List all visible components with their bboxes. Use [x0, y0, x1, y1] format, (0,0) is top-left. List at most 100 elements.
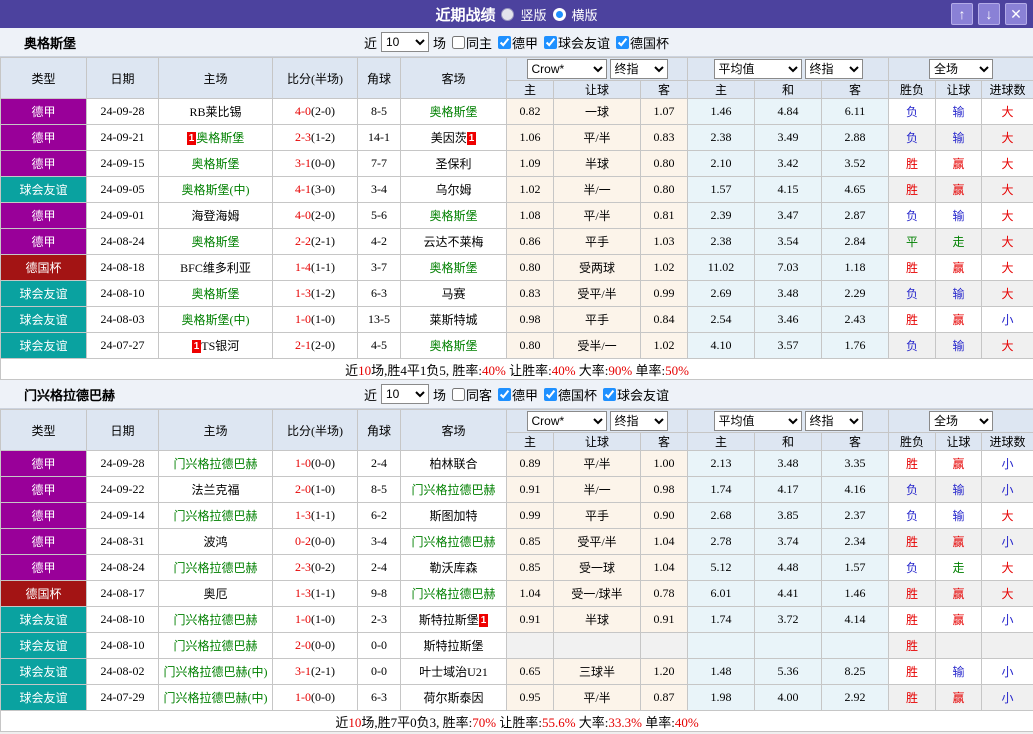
odds-company-select[interactable]: Crow*: [527, 59, 607, 79]
half-time-score: (0-0): [311, 534, 335, 548]
close-button[interactable]: ✕: [1005, 3, 1027, 25]
team-name: 奥格斯堡: [191, 157, 239, 171]
result-cell: 输: [936, 203, 982, 229]
away-team-cell: 斯图加特: [401, 503, 507, 529]
recent-results-panel: 近期战绩 竖版 横版 ↑ ↓ ✕ 奥格斯堡 近 10 场 同主 德甲 球会友谊 …: [0, 0, 1033, 734]
avg-group-header: 平均值 终指: [688, 410, 889, 433]
score-cell: 3-1(2-1): [273, 659, 358, 685]
avg-odds-cell: 2.88: [822, 125, 889, 151]
match-count-select[interactable]: 10: [381, 384, 429, 404]
titlebar: 近期战绩 竖版 横版 ↑ ↓ ✕: [0, 0, 1033, 28]
odds-time-select[interactable]: 终指: [610, 59, 668, 79]
result-cell: 赢: [936, 581, 982, 607]
team-name: 圣保利: [435, 157, 471, 171]
radio-vertical-label[interactable]: 竖版: [520, 5, 546, 24]
corner-cell: 3-4: [358, 529, 401, 555]
odds-cell: 平手: [554, 503, 641, 529]
avg-time-select[interactable]: 终指: [805, 411, 863, 431]
avg-time-select[interactable]: 终指: [805, 59, 863, 79]
date-cell: 24-09-15: [87, 151, 159, 177]
match-row: 德甲24-09-15奥格斯堡3-1(0-0)7-7圣保利1.09半球0.802.…: [1, 151, 1033, 177]
odds-cell: 0.91: [507, 607, 554, 633]
score-cell: 2-0(0-0): [273, 633, 358, 659]
avg-odds-cell: 3.42: [755, 151, 822, 177]
avg-odds-select[interactable]: 平均值: [714, 411, 802, 431]
odds-cell: 一球: [554, 99, 641, 125]
same-home-checkbox[interactable]: [452, 36, 465, 49]
league-cell: 德甲: [1, 203, 87, 229]
league-cell: 德甲: [1, 99, 87, 125]
score-cell: 2-3(0-2): [273, 555, 358, 581]
away-team-cell: 奥格斯堡: [401, 333, 507, 359]
result-cell: 负: [889, 555, 936, 581]
subcol-avg-home: 主: [688, 81, 755, 99]
away-team-cell: 圣保利: [401, 151, 507, 177]
result-cell: 输: [936, 281, 982, 307]
date-cell: 24-08-03: [87, 307, 159, 333]
subcol-odds-away: 客: [641, 433, 688, 451]
avg-odds-cell: 2.43: [822, 307, 889, 333]
move-up-button[interactable]: ↑: [951, 3, 973, 25]
league-cell: 德国杯: [1, 255, 87, 281]
odds-company-select[interactable]: Crow*: [527, 411, 607, 431]
league-checkbox-friendly[interactable]: [603, 388, 616, 401]
full-time-score: 1-3: [295, 586, 311, 600]
league-checkbox-label: 德国杯: [558, 385, 597, 404]
match-count-select[interactable]: 10: [381, 32, 429, 52]
league-checkbox-friendly[interactable]: [544, 36, 557, 49]
corner-cell: 6-3: [358, 281, 401, 307]
odds-cell: 0.84: [641, 307, 688, 333]
half-time-score: (0-2): [311, 560, 335, 574]
odds-cell: 1.03: [641, 229, 688, 255]
odds-cell: 平/半: [554, 451, 641, 477]
league-checkbox-dfb-pokal[interactable]: [544, 388, 557, 401]
away-team-cell: 斯特拉斯堡: [401, 633, 507, 659]
home-team-cell: 奥厄: [159, 581, 273, 607]
radio-horizontal-layout[interactable]: [553, 8, 566, 21]
corner-cell: 2-4: [358, 555, 401, 581]
score-cell: 1-0(0-0): [273, 451, 358, 477]
corner-cell: 7-7: [358, 151, 401, 177]
result-cell: 大: [982, 229, 1033, 255]
corner-cell: 4-5: [358, 333, 401, 359]
date-cell: 24-08-24: [87, 555, 159, 581]
odds-cell: 受半/一: [554, 333, 641, 359]
half-time-score: (1-2): [311, 130, 335, 144]
subcol-result-goals: 进球数: [982, 81, 1033, 99]
half-time-score: (1-1): [311, 260, 335, 274]
away-team-cell: 柏林联合: [401, 451, 507, 477]
result-cell: 赢: [936, 607, 982, 633]
subcol-avg-home: 主: [688, 433, 755, 451]
team-name: 门兴格拉德巴赫: [173, 457, 257, 471]
odds-time-select[interactable]: 终指: [610, 411, 668, 431]
full-time-score: 4-0: [295, 208, 311, 222]
league-checkbox-dfb-pokal[interactable]: [616, 36, 629, 49]
league-checkbox-bundesliga[interactable]: [498, 388, 511, 401]
result-cell: 胜: [889, 255, 936, 281]
move-down-button[interactable]: ↓: [978, 3, 1000, 25]
away-team-cell: 叶士域治U21: [401, 659, 507, 685]
league-cell: 球会友谊: [1, 177, 87, 203]
half-time-score: (2-0): [311, 208, 335, 222]
scope-select[interactable]: 全场: [929, 411, 993, 431]
same-away-checkbox[interactable]: [452, 388, 465, 401]
full-time-score: 2-2: [295, 234, 311, 248]
result-cell: 赢: [936, 529, 982, 555]
avg-odds-select[interactable]: 平均值: [714, 59, 802, 79]
team-name: 波鸿: [203, 535, 227, 549]
avg-odds-cell: 4.16: [822, 477, 889, 503]
team-name: 门兴格拉德巴赫: [173, 509, 257, 523]
result-cell: 大: [982, 281, 1033, 307]
corner-cell: 6-3: [358, 685, 401, 711]
radio-horizontal-label[interactable]: 横版: [572, 5, 598, 24]
avg-odds-cell: 3.52: [822, 151, 889, 177]
league-checkbox-bundesliga[interactable]: [498, 36, 511, 49]
scope-select[interactable]: 全场: [929, 59, 993, 79]
team-name: 门兴格拉德巴赫: [411, 587, 495, 601]
match-row: 德甲24-09-28门兴格拉德巴赫1-0(0-0)2-4柏林联合0.89平/半1…: [1, 451, 1033, 477]
match-row: 德国杯24-08-18BFC维多利亚1-4(1-1)3-7奥格斯堡0.80受两球…: [1, 255, 1033, 281]
avg-odds-cell: 3.48: [755, 451, 822, 477]
subcol-avg-draw: 和: [755, 81, 822, 99]
col-header-home: 主场: [159, 410, 273, 451]
radio-vertical-layout[interactable]: [501, 8, 514, 21]
